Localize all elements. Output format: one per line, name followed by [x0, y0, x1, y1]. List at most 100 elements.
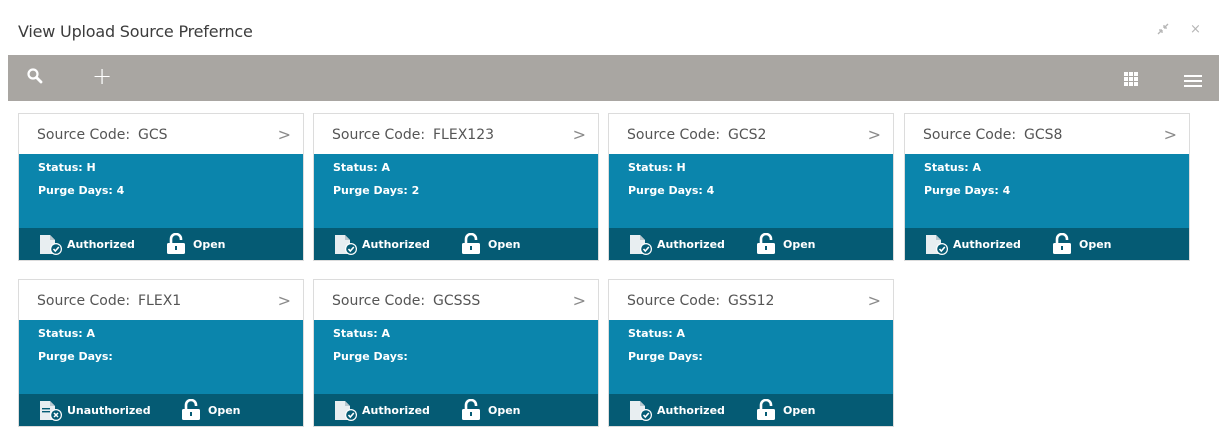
card-footer: Authorized Open: [314, 394, 598, 426]
unlocked-padlock-icon: [166, 232, 186, 259]
status-value: A: [676, 327, 685, 340]
card-header: Source Code: GSS12 >: [609, 280, 893, 320]
status-line: Status: H: [38, 161, 96, 174]
status-value: H: [676, 161, 686, 174]
source-code-value: GCSSS: [433, 293, 481, 309]
unauthorized-doc-icon: [38, 400, 64, 426]
purge-days-line: Purge Days:: [333, 350, 408, 363]
status-line: Status: A: [628, 327, 685, 340]
source-card-gcs2[interactable]: Source Code: GCS2 > Status: H Purge Days…: [608, 113, 894, 261]
list-view-icon[interactable]: [1184, 72, 1202, 91]
card-header: Source Code: FLEX123 >: [314, 114, 598, 154]
card-body: Status: A Purge Days:: [19, 320, 303, 394]
status-label: Status:: [38, 161, 83, 174]
authorized-doc-icon: [333, 234, 359, 260]
status-label: Status:: [333, 327, 378, 340]
source-card-gss12[interactable]: Source Code: GSS12 > Status: A Purge Day…: [608, 279, 894, 427]
card-header: Source Code: GCSSS >: [314, 280, 598, 320]
record-status: Open: [488, 404, 521, 417]
unlocked-padlock-icon: [756, 232, 776, 259]
card-header: Source Code: GCS2 >: [609, 114, 893, 154]
source-code-value: GSS12: [728, 293, 775, 309]
authorization-status: Authorized: [953, 238, 1021, 251]
chevron-right-icon[interactable]: >: [868, 125, 881, 144]
source-code-label: Source Code:: [332, 127, 426, 143]
authorization-status: Authorized: [362, 404, 430, 417]
status-line: Status: A: [38, 327, 95, 340]
unlocked-padlock-icon: [181, 398, 201, 425]
purge-days-label: Purge Days:: [38, 350, 113, 363]
purge-days-label: Purge Days:: [628, 184, 703, 197]
source-card-flex123[interactable]: Source Code: FLEX123 > Status: A Purge D…: [313, 113, 599, 261]
source-code-value: GCS8: [1024, 127, 1063, 143]
chevron-right-icon[interactable]: >: [573, 291, 586, 310]
card-body: Status: A Purge Days:: [609, 320, 893, 394]
card-footer: Authorized Open: [905, 228, 1189, 260]
card-footer: Authorized Open: [609, 394, 893, 426]
card-body: Status: A Purge Days: 2: [314, 154, 598, 228]
record-status: Open: [783, 238, 816, 251]
status-value: H: [86, 161, 96, 174]
status-label: Status:: [38, 327, 83, 340]
authorized-doc-icon: [924, 234, 950, 260]
card-header: Source Code: GCS >: [19, 114, 303, 154]
purge-days-value: 2: [411, 184, 420, 197]
status-label: Status:: [628, 327, 673, 340]
purge-days-label: Purge Days:: [924, 184, 999, 197]
purge-days-value: 4: [116, 184, 125, 197]
chevron-right-icon[interactable]: >: [573, 125, 586, 144]
status-label: Status:: [924, 161, 969, 174]
status-value: A: [381, 327, 390, 340]
status-line: Status: A: [333, 327, 390, 340]
purge-days-label: Purge Days:: [333, 350, 408, 363]
card-body: Status: A Purge Days:: [314, 320, 598, 394]
authorization-status: Authorized: [657, 404, 725, 417]
search-icon[interactable]: [26, 67, 44, 89]
unlocked-padlock-icon: [461, 398, 481, 425]
chevron-right-icon[interactable]: >: [1164, 125, 1177, 144]
card-footer: Authorized Open: [314, 228, 598, 260]
purge-days-line: Purge Days:: [628, 350, 703, 363]
authorized-doc-icon: [333, 400, 359, 426]
window-title-bar: View Upload Source Prefernce ×: [0, 0, 1219, 54]
source-code-label: Source Code:: [627, 293, 721, 309]
purge-days-value: 4: [706, 184, 715, 197]
source-card-gcs8[interactable]: Source Code: GCS8 > Status: A Purge Days…: [904, 113, 1190, 261]
record-status: Open: [1079, 238, 1112, 251]
chevron-right-icon[interactable]: >: [868, 291, 881, 310]
purge-days-line: Purge Days: 4: [38, 184, 124, 197]
source-code-label: Source Code:: [923, 127, 1017, 143]
purge-days-value: 4: [1002, 184, 1011, 197]
add-button[interactable]: +: [92, 64, 112, 88]
card-footer: Authorized Open: [609, 228, 893, 260]
source-code-value: FLEX1: [138, 293, 182, 309]
card-body: Status: H Purge Days: 4: [19, 154, 303, 228]
source-code-label: Source Code:: [37, 127, 131, 143]
purge-days-line: Purge Days: 4: [628, 184, 714, 197]
purge-days-label: Purge Days:: [333, 184, 408, 197]
status-line: Status: A: [333, 161, 390, 174]
record-status: Open: [783, 404, 816, 417]
authorization-status: Authorized: [362, 238, 430, 251]
status-label: Status:: [333, 161, 378, 174]
card-header: Source Code: GCS8 >: [905, 114, 1189, 154]
chevron-right-icon[interactable]: >: [278, 125, 291, 144]
chevron-right-icon[interactable]: >: [278, 291, 291, 310]
authorization-status: Authorized: [67, 238, 135, 251]
unlocked-padlock-icon: [461, 232, 481, 259]
close-icon[interactable]: ×: [1190, 22, 1201, 38]
status-line: Status: A: [924, 161, 981, 174]
authorized-doc-icon: [38, 234, 64, 260]
purge-days-line: Purge Days: 2: [333, 184, 419, 197]
collapse-arrows-icon[interactable]: [1156, 22, 1170, 41]
toolbar: +: [8, 55, 1219, 101]
authorized-doc-icon: [628, 400, 654, 426]
card-body: Status: H Purge Days: 4: [609, 154, 893, 228]
status-value: A: [381, 161, 390, 174]
source-card-gcsss[interactable]: Source Code: GCSSS > Status: A Purge Day…: [313, 279, 599, 427]
source-code-label: Source Code:: [37, 293, 131, 309]
source-card-flex1[interactable]: Source Code: FLEX1 > Status: A Purge Day…: [18, 279, 304, 427]
source-card-gcs[interactable]: Source Code: GCS > Status: H Purge Days:…: [18, 113, 304, 261]
record-status: Open: [193, 238, 226, 251]
grid-view-icon[interactable]: [1124, 71, 1138, 90]
